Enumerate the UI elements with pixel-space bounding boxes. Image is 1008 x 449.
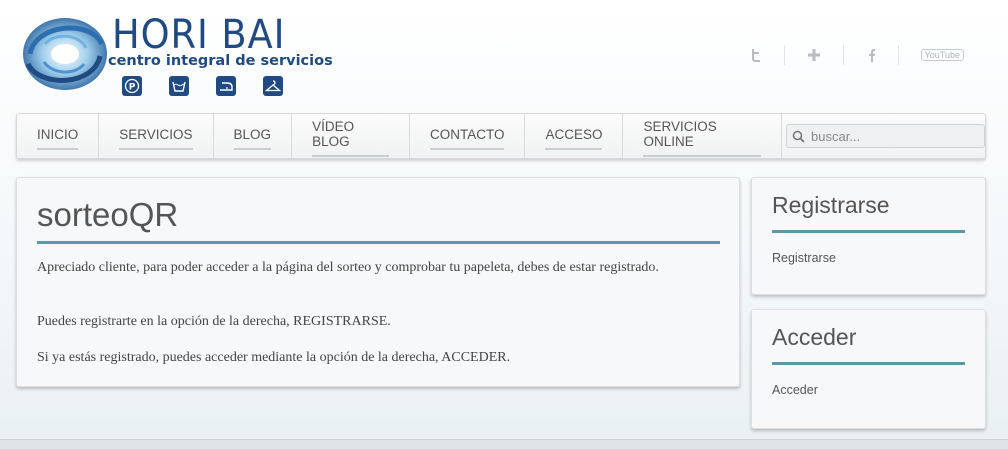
brand-name: HORI BAI — [112, 12, 286, 58]
social-links: YouTube — [728, 45, 986, 65]
register-widget-title: Registrarse — [772, 192, 890, 218]
google-plus-icon[interactable] — [783, 45, 843, 65]
nav-label: ACCESO — [545, 123, 603, 150]
ironing-icon — [216, 76, 236, 96]
register-link[interactable]: Registrarse — [772, 251, 836, 265]
register-divider — [772, 230, 965, 233]
youtube-label: YouTube — [920, 49, 964, 61]
nav-label: INICIO — [37, 123, 79, 150]
title-divider — [37, 241, 720, 244]
main-content: sorteoQR Apreciado cliente, para poder a… — [16, 177, 740, 387]
paragraph-login: Si ya estás registrado, puedes acceder m… — [37, 350, 511, 365]
logo-swirl-icon — [23, 18, 107, 90]
nav-label: BLOG — [233, 123, 272, 150]
nav-item-acceso[interactable]: ACCESO — [525, 114, 624, 158]
youtube-icon[interactable]: YouTube — [897, 45, 986, 65]
parking-icon: P — [122, 76, 142, 96]
nav-item-inicio[interactable]: INICIO — [17, 114, 100, 158]
nav-item-servicios[interactable]: SERVICIOS — [99, 114, 214, 158]
search-box — [786, 124, 985, 148]
nav-item-blog[interactable]: BLOG — [214, 114, 293, 158]
login-link[interactable]: Acceder — [772, 383, 818, 397]
nav-item-contacto[interactable]: CONTACTO — [410, 114, 526, 158]
nav-label: SERVICIOS — [119, 123, 193, 150]
nav-item-video-blog[interactable]: VÍDEO BLOG — [292, 114, 410, 158]
facebook-icon[interactable] — [842, 45, 898, 65]
main-navigation: INICIO SERVICIOS BLOG VÍDEO BLOG CONTACT… — [16, 113, 986, 159]
login-widget: Acceder Acceder — [751, 309, 986, 429]
paragraph-intro: Apreciado cliente, para poder acceder a … — [37, 260, 659, 275]
hanger-icon — [263, 76, 283, 96]
nav-label: CONTACTO — [429, 123, 505, 150]
paragraph-register: Puedes registrarte en la opción de la de… — [37, 314, 391, 329]
login-divider — [772, 362, 965, 365]
brand-tagline: centro integral de servicios — [108, 53, 333, 69]
twitter-icon[interactable] — [728, 45, 784, 65]
laundry-icon — [169, 76, 189, 96]
site-logo[interactable]: HORI BAI centro integral de servicios P — [20, 12, 333, 102]
svg-text:P: P — [129, 83, 136, 93]
footer-bar — [0, 439, 1008, 449]
register-widget: Registrarse Registrarse — [751, 177, 986, 295]
nav-item-servicios-online[interactable]: SERVICIOS ONLINE — [623, 114, 782, 158]
page-title: sorteoQR — [37, 196, 179, 233]
nav-label: SERVICIOS ONLINE — [643, 115, 761, 157]
search-icon — [792, 130, 805, 143]
search-input[interactable] — [811, 128, 971, 144]
nav-label: VÍDEO BLOG — [312, 115, 389, 157]
login-widget-title: Acceder — [772, 324, 857, 350]
